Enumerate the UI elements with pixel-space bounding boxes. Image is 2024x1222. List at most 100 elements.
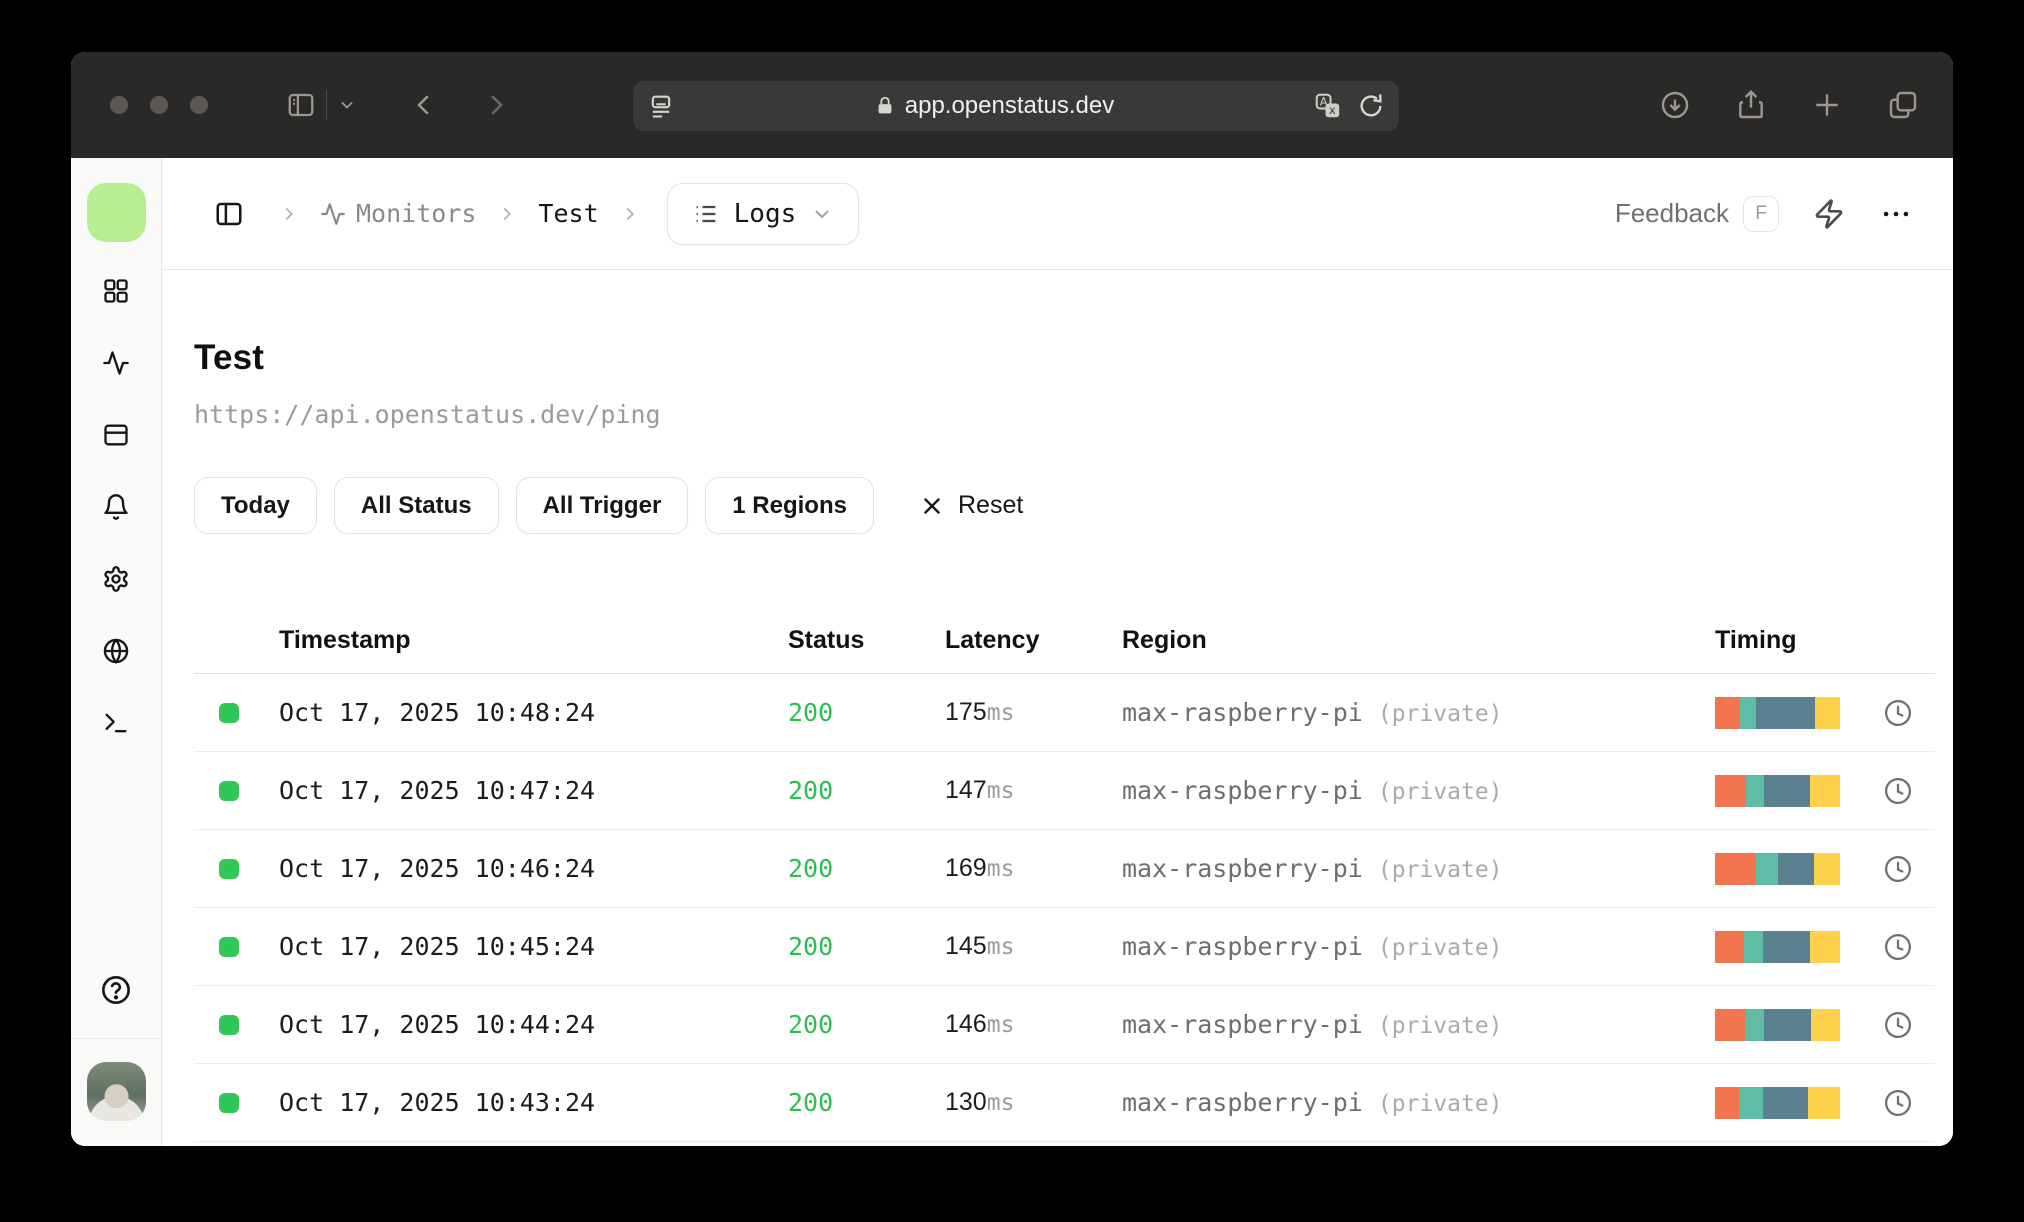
toolbar-divider (326, 90, 327, 120)
table-row[interactable]: Oct 17, 2025 10:48:24 200 175ms max-rasp… (194, 674, 1935, 752)
feedback-button[interactable]: Feedback F (1615, 195, 1779, 232)
table-header-row: Timestamp Status Latency Region Timing (194, 608, 1935, 674)
translate-icon[interactable]: A x (1313, 91, 1343, 121)
table-row[interactable]: Oct 17, 2025 10:47:24 200 147ms max-rasp… (194, 752, 1935, 830)
row-status: 200 (788, 776, 834, 805)
activity-icon (320, 201, 346, 227)
col-status: Status (788, 626, 865, 654)
clock-icon[interactable] (1883, 698, 1913, 728)
share-icon[interactable] (1735, 89, 1767, 121)
svg-text:x: x (1329, 104, 1336, 117)
rail-divider (71, 1038, 162, 1039)
row-latency: 145ms (945, 932, 1015, 960)
row-status: 200 (788, 932, 834, 961)
timing-bar (1715, 1086, 1840, 1119)
list-icon (692, 200, 720, 228)
forward-icon[interactable] (481, 90, 511, 120)
col-latency: Latency (945, 626, 1040, 654)
lock-icon (874, 95, 896, 117)
terminal-icon[interactable] (102, 709, 130, 737)
filter-regions[interactable]: 1 Regions (705, 477, 874, 534)
status-dot (219, 1092, 239, 1113)
dashboard-grid-icon[interactable] (102, 277, 130, 305)
chevron-down-icon (810, 202, 834, 226)
row-region: max-raspberry-pi (private) (1122, 1088, 1503, 1117)
settings-gear-icon[interactable] (102, 565, 130, 593)
more-menu-icon[interactable] (1879, 197, 1913, 231)
col-timestamp: Timestamp (279, 626, 411, 654)
zap-icon[interactable] (1813, 198, 1845, 230)
table-row[interactable]: Oct 17, 2025 10:46:24 200 169ms max-rasp… (194, 830, 1935, 908)
browser-window: app.openstatus.dev A x Monitors Test Log… (71, 52, 1953, 1146)
view-selector-logs[interactable]: Logs (666, 182, 860, 245)
status-dot (219, 1014, 239, 1035)
breadcrumb-monitor-name[interactable]: Test (538, 199, 598, 228)
row-latency: 130ms (945, 1088, 1015, 1116)
clock-icon[interactable] (1883, 932, 1913, 962)
col-region: Region (1122, 626, 1207, 654)
row-region: max-raspberry-pi (private) (1122, 698, 1503, 727)
row-timestamp: Oct 17, 2025 10:44:24 (279, 1010, 596, 1039)
timing-bar (1715, 1008, 1840, 1041)
reader-icon[interactable] (647, 92, 675, 120)
left-rail (71, 158, 162, 1146)
row-region: max-raspberry-pi (private) (1122, 1010, 1503, 1039)
clock-icon[interactable] (1883, 1088, 1913, 1118)
minimize-window-icon[interactable] (150, 96, 168, 114)
reload-icon[interactable] (1357, 92, 1385, 120)
row-latency: 146ms (945, 1010, 1015, 1038)
monitor-endpoint: https://api.openstatus.dev/ping (194, 400, 661, 429)
url-bar[interactable]: app.openstatus.dev A x (633, 81, 1399, 131)
status-page-icon[interactable] (102, 421, 130, 449)
clock-icon[interactable] (1883, 854, 1913, 884)
logs-table: Timestamp Status Latency Region Timing O… (194, 608, 1935, 1142)
panel-left-toggle-icon[interactable] (214, 199, 244, 229)
app-header: Monitors Test Logs Feedback F (162, 158, 1953, 270)
tab-overview-icon[interactable] (1887, 89, 1919, 121)
traffic-lights[interactable] (110, 96, 208, 114)
filter-trigger[interactable]: All Trigger (515, 477, 689, 534)
row-region: max-raspberry-pi (private) (1122, 854, 1503, 883)
browser-titlebar: app.openstatus.dev A x (71, 52, 1953, 158)
row-status: 200 (788, 854, 834, 883)
download-icon[interactable] (1659, 89, 1691, 121)
table-row[interactable]: Oct 17, 2025 10:45:24 200 145ms max-rasp… (194, 908, 1935, 986)
globe-icon[interactable] (102, 637, 130, 665)
log-table-body: Oct 17, 2025 10:48:24 200 175ms max-rasp… (194, 674, 1935, 1142)
row-region: max-raspberry-pi (private) (1122, 776, 1503, 805)
timing-bar (1715, 774, 1840, 807)
page-title: Test (194, 338, 265, 377)
user-avatar[interactable] (86, 1062, 146, 1121)
workspace-avatar[interactable] (86, 183, 146, 242)
clock-icon[interactable] (1883, 776, 1913, 806)
filter-date[interactable]: Today (194, 477, 317, 534)
row-latency: 175ms (945, 698, 1015, 726)
sidebar-toggle-icon[interactable] (286, 90, 316, 120)
feedback-shortcut-badge: F (1743, 195, 1779, 232)
help-icon[interactable] (100, 974, 132, 1006)
clock-icon[interactable] (1883, 1010, 1913, 1040)
breadcrumb-monitors[interactable]: Monitors (320, 199, 476, 228)
row-timestamp: Oct 17, 2025 10:43:24 (279, 1088, 596, 1117)
timing-bar (1715, 930, 1840, 963)
row-timestamp: Oct 17, 2025 10:48:24 (279, 698, 596, 727)
close-window-icon[interactable] (110, 96, 128, 114)
status-dot (219, 936, 239, 957)
new-tab-icon[interactable] (1811, 89, 1843, 121)
sidebar-chevron-icon[interactable] (337, 95, 357, 115)
filter-status[interactable]: All Status (333, 477, 499, 534)
zoom-window-icon[interactable] (190, 96, 208, 114)
reset-filters-button[interactable]: Reset (919, 491, 1023, 520)
notifications-bell-icon[interactable] (102, 493, 130, 521)
monitors-activity-icon[interactable] (102, 349, 130, 377)
chevron-right-icon (619, 203, 641, 225)
table-row[interactable]: Oct 17, 2025 10:43:24 200 130ms max-rasp… (194, 1064, 1935, 1142)
row-region: max-raspberry-pi (private) (1122, 932, 1503, 961)
status-dot (219, 702, 239, 723)
table-row[interactable]: Oct 17, 2025 10:44:24 200 146ms max-rasp… (194, 986, 1935, 1064)
status-dot (219, 780, 239, 801)
timing-bar (1715, 852, 1840, 885)
url-text: app.openstatus.dev (904, 92, 1115, 119)
back-icon[interactable] (409, 90, 439, 120)
logs-page: Test https://api.openstatus.dev/ping Tod… (162, 270, 1953, 1146)
